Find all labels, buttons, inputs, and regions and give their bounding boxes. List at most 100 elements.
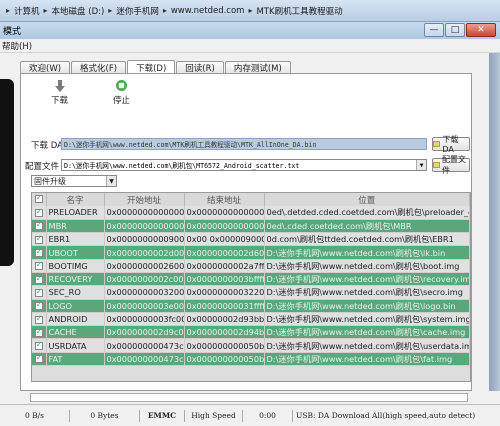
checkbox-icon[interactable] xyxy=(34,340,43,351)
menu-bar: 帮助(H) xyxy=(0,39,500,53)
table-row[interactable]: UBOOT0x0000000002d000000x0000000002d6000… xyxy=(32,245,470,260)
checkbox-icon[interactable] xyxy=(34,314,43,324)
partition-start: 0x000000000473c0000 xyxy=(104,352,185,367)
partition-start: 0x0000000000000000 xyxy=(104,219,185,234)
status-storage: EMMC xyxy=(140,409,185,422)
window-titlebar: 模式 — □ ✕ xyxy=(0,22,500,39)
folder-icon xyxy=(433,162,441,168)
partition-location: D:\迷你手机网\www.netded.com\刷机包\system.img xyxy=(264,312,470,327)
partition-name: RECOVERY xyxy=(46,272,105,287)
row-checkbox[interactable] xyxy=(32,352,47,367)
chevron-right-icon: ▸ xyxy=(43,6,48,15)
partition-start: 0x0000000002d00000 xyxy=(104,245,185,260)
chevron-down-icon[interactable]: ▼ xyxy=(106,176,116,186)
partition-start: 0x0000000003e00000 xyxy=(104,299,185,313)
partition-name: PRELOADER xyxy=(46,206,105,220)
partition-end: 0x0000000000000000 xyxy=(184,206,265,220)
table-row[interactable]: ANDROID0x0000000003fc00000x00000002d93bb… xyxy=(32,312,470,327)
download-da-button[interactable]: 下载 DA xyxy=(432,135,470,154)
explorer-breadcrumb: ▸ 计算机 ▸ 本地磁盘 (D:) ▸ 迷你手机网 ▸ www.netded.com ▸… xyxy=(0,0,500,22)
breadcrumb-item[interactable]: ▸ MTK刷机工具教程驱动 xyxy=(244,5,342,17)
table-row[interactable]: FAT0x000000000473c00000x000000000050b6f2… xyxy=(32,352,470,367)
row-checkbox[interactable] xyxy=(32,272,47,287)
partition-end: 0x000000000050b6f24f xyxy=(184,352,265,367)
row-checkbox[interactable] xyxy=(32,299,47,313)
chevron-right-icon: ▸ xyxy=(162,6,167,15)
checkbox-icon[interactable] xyxy=(34,207,43,217)
stop-button[interactable]: 停止 xyxy=(113,80,130,106)
partition-location: 0ed\.cded.coetded.com\刷机包\MBR xyxy=(264,219,470,234)
table-row[interactable]: USRDATA0x000000000473c00000x000000000050… xyxy=(32,338,470,353)
menu-help[interactable]: 帮助(H) xyxy=(2,40,32,52)
status-bytes: 0 Bytes xyxy=(70,409,140,422)
tab-download[interactable]: 下载(D) xyxy=(127,60,176,74)
checkbox-icon[interactable] xyxy=(34,274,43,284)
row-checkbox[interactable] xyxy=(32,285,47,300)
minimize-button[interactable]: — xyxy=(424,23,444,37)
breadcrumb-item[interactable]: ▸ 本地磁盘 (D:) xyxy=(40,5,105,17)
header-checkbox[interactable] xyxy=(32,193,47,206)
table-row[interactable]: PRELOADER0x00000000000000000x00000000000… xyxy=(32,206,470,220)
partition-location: D:\迷你手机网\www.netded.com\刷机包\logo.bin xyxy=(264,299,470,313)
scatter-file-button[interactable]: 配置文件 xyxy=(432,155,470,175)
da-path-field[interactable]: D:\迷你手机网\www.netded.com\MTK刷机工具教程驱动\MTK_… xyxy=(61,138,427,150)
row-checkbox[interactable] xyxy=(32,245,47,260)
table-row[interactable]: CACHE0x000000002d9c00000x000000002d94b70… xyxy=(32,325,470,340)
status-time: 0:00 xyxy=(243,409,293,422)
partition-end: 0x000000002d94b70 xyxy=(184,325,265,340)
partition-location: 0d.com\刷机包ttded.coetded.com\刷机包\EBR1 xyxy=(264,232,470,247)
partition-location: D:\迷你手机网\www.netded.com\刷机包\lk.bin xyxy=(264,245,470,260)
partition-end: 0x000000000050b6f24f xyxy=(184,338,265,353)
checkbox-icon[interactable] xyxy=(34,327,43,337)
scatter-file-select[interactable]: D:\迷你手机网\www.netded.com\刷机包\MT6572_Andro… xyxy=(61,159,427,171)
row-checkbox[interactable] xyxy=(32,206,47,220)
row-checkbox[interactable] xyxy=(32,219,47,234)
header-location: 位置 xyxy=(264,193,470,206)
close-button[interactable]: ✕ xyxy=(466,23,496,37)
table-row[interactable]: BOOTIMG0x00000000026000000x0000000002a7f… xyxy=(32,259,470,273)
partition-location: 0ed\.detded.cded.coetded.com\刷机包\preload… xyxy=(264,206,470,220)
row-checkbox[interactable] xyxy=(32,312,47,327)
partition-location: D:\迷你手机网\www.netded.com\刷机包\recovery.img xyxy=(264,272,470,287)
table-row[interactable]: SEC_RO0x00000000032000000x0000000003220f… xyxy=(32,285,470,300)
breadcrumb-item[interactable]: ▸ www.netded.com xyxy=(159,6,245,16)
partition-name: EBR1 xyxy=(46,232,105,247)
partition-location: D:\迷你手机网\www.netded.com\刷机包\userdata.img xyxy=(264,338,470,353)
partition-name: BOOTIMG xyxy=(46,259,105,273)
row-checkbox[interactable] xyxy=(32,232,47,247)
partition-end: 0x00 0x0000090000 xyxy=(184,232,265,247)
download-tab-panel: 下载 停止 下载 DA D:\迷你手机网\www.netded.com\MTK刷… xyxy=(20,73,472,391)
partition-table: 名字 开始地址 结束地址 位置 PRELOADER0x0000000000000… xyxy=(31,192,471,382)
checkbox-icon[interactable] xyxy=(34,287,43,297)
table-row[interactable]: RECOVERY0x0000000002c000000x0000000003bf… xyxy=(32,272,470,287)
table-row[interactable]: MBR0x00000000000000000x00000000000000000… xyxy=(32,219,470,234)
checkbox-icon[interactable] xyxy=(34,353,43,364)
main-window: 欢迎(W) 格式化(F) 下载(D) 回读(R) 内存测试(M) 下载 停止 下… xyxy=(0,53,500,391)
checkbox-icon[interactable] xyxy=(34,220,43,231)
partition-name: USRDATA xyxy=(46,338,105,353)
maximize-button[interactable]: □ xyxy=(445,23,465,37)
chevron-right-icon: ▸ xyxy=(248,6,253,15)
download-mode-select[interactable]: 固件升级 ▼ xyxy=(31,175,117,187)
table-row[interactable]: EBR10x00000000009000000x00 0x00000900000… xyxy=(32,232,470,247)
partition-start: 0x0000000002c00000 xyxy=(104,272,185,287)
checkbox-icon[interactable] xyxy=(34,300,43,311)
table-row[interactable]: LOGO0x0000000003e000000x00000000031fffff… xyxy=(32,299,470,313)
download-button[interactable]: 下载 xyxy=(51,80,68,106)
checkbox-icon[interactable] xyxy=(34,260,43,271)
chevron-down-icon[interactable]: ▼ xyxy=(416,160,426,170)
breadcrumb-item[interactable]: ▸ 迷你手机网 xyxy=(104,5,159,17)
checkbox-icon[interactable] xyxy=(34,247,43,258)
partition-start: 0x0000000000900000 xyxy=(104,232,185,247)
row-checkbox[interactable] xyxy=(32,325,47,340)
breadcrumb-item[interactable]: ▸ 计算机 xyxy=(2,5,40,17)
chevron-right-icon: ▸ xyxy=(6,6,11,15)
row-checkbox[interactable] xyxy=(32,338,47,353)
chevron-right-icon: ▸ xyxy=(108,6,113,15)
checkbox-icon[interactable] xyxy=(34,234,43,244)
partition-name: SEC_RO xyxy=(46,285,105,300)
checkbox-icon[interactable] xyxy=(34,193,43,203)
folder-icon xyxy=(433,141,441,147)
row-checkbox[interactable] xyxy=(32,259,47,273)
status-connection: USB: DA Download All(high speed,auto det… xyxy=(296,411,476,420)
